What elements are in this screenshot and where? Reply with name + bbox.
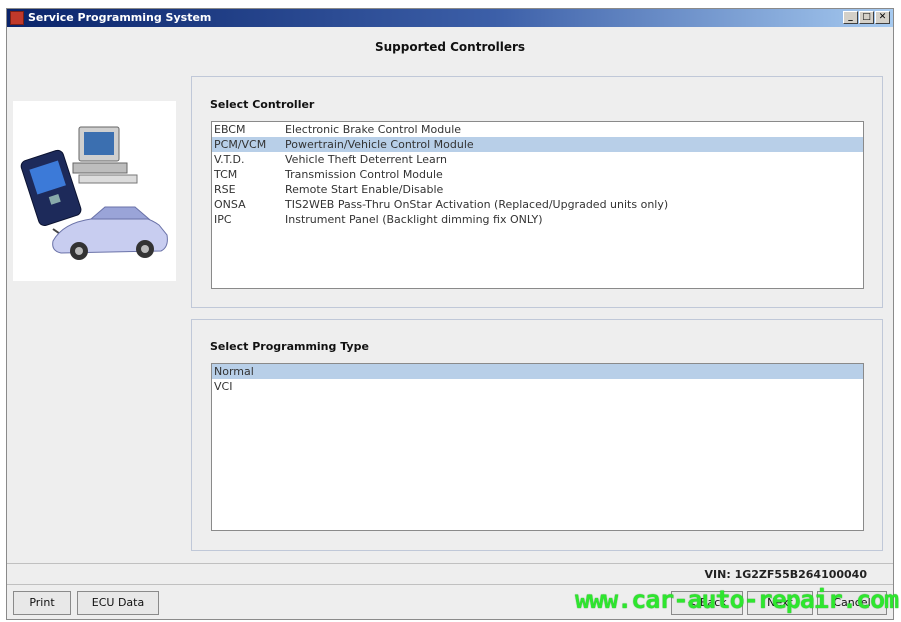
app-window: Service Programming System _ □ ✕ Support… (6, 8, 899, 620)
page-title: Supported Controllers (374, 40, 526, 54)
minimize-button[interactable]: _ (843, 11, 858, 24)
list-item[interactable]: ONSA TIS2WEB Pass-Thru OnStar Activation … (212, 197, 863, 212)
programming-type-panel: Select Programming Type Normal VCI (191, 319, 883, 551)
controller-list[interactable]: EBCM Electronic Brake Control Module PCM/… (211, 121, 864, 289)
list-item[interactable]: EBCM Electronic Brake Control Module (212, 122, 863, 137)
maximize-button[interactable]: □ (859, 11, 874, 24)
watermark: www.car-auto-repair.com (575, 585, 899, 614)
app-icon (10, 11, 24, 25)
list-item[interactable]: IPC Instrument Panel (Backlight dimming f… (212, 212, 863, 227)
list-item[interactable]: VCI (212, 379, 863, 394)
window-title: Service Programming System (28, 11, 212, 24)
list-item[interactable]: TCM Transmission Control Module (212, 167, 863, 182)
programming-type-list[interactable]: Normal VCI (211, 363, 864, 531)
select-controller-label: Select Controller (210, 98, 315, 111)
list-item[interactable]: V.T.D. Vehicle Theft Deterrent Learn (212, 152, 863, 167)
mdi-car-computer-icon (20, 126, 168, 260)
select-programming-type-label: Select Programming Type (210, 340, 369, 353)
status-bar: VIN: 1G2ZF55B264100040 (7, 563, 893, 585)
list-item[interactable]: PCM/VCM Powertrain/Vehicle Control Module (212, 137, 863, 152)
list-item[interactable]: RSE Remote Start Enable/Disable (212, 182, 863, 197)
list-item[interactable]: Normal (212, 364, 863, 379)
vin-label: VIN: 1G2ZF55B264100040 (704, 568, 867, 581)
controller-panel: Select Controller EBCM Electronic Brake C… (191, 76, 883, 308)
close-button[interactable]: ✕ (875, 11, 890, 24)
device-illustration (13, 101, 176, 281)
print-button[interactable]: Print (13, 591, 71, 615)
ecu-data-button[interactable]: ECU Data (77, 591, 159, 615)
title-bar[interactable]: Service Programming System _ □ ✕ (7, 9, 893, 27)
